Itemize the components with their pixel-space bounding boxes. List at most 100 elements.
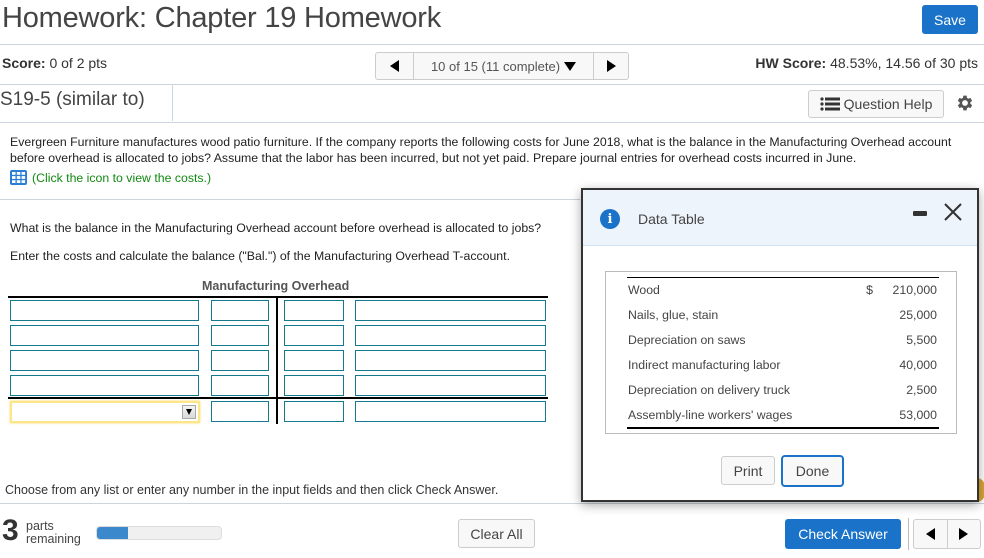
dialog-title: Data Table — [638, 211, 705, 227]
credit-account-input[interactable] — [355, 375, 546, 396]
currency-symbol — [857, 403, 879, 428]
currency-symbol: $ — [866, 283, 873, 298]
triangle-right-icon — [606, 60, 616, 72]
clear-all-button[interactable]: Clear All — [458, 519, 535, 548]
gear-icon[interactable] — [955, 93, 975, 113]
triangle-down-icon — [564, 61, 577, 71]
currency-symbol — [857, 328, 879, 353]
debit-account-input[interactable] — [10, 300, 199, 321]
data-table-box: Wood $210,000 Nails, glue, stain 25,000 Depr… — [605, 271, 957, 434]
hw-score: HW Score: 48.53%, 14.56 of 30 pts — [755, 55, 978, 71]
score-label: Score: — [2, 55, 46, 71]
triangle-left-icon — [925, 528, 935, 540]
cost-row: Depreciation on saws 5,500 — [627, 328, 939, 353]
credit-amount-input[interactable] — [284, 350, 344, 371]
question-navigator: 10 of 15 (11 complete) — [375, 52, 629, 80]
data-table-dialog: i Data Table Wood $210,000 Nails, glue, st… — [581, 188, 979, 502]
cost-amount: 53,000 — [899, 407, 937, 422]
print-button[interactable]: Print — [721, 456, 775, 485]
debit-account-input[interactable] — [10, 350, 199, 371]
t-account-top-line — [8, 296, 548, 298]
prompt-enter-costs: Enter the costs and calculate the balanc… — [10, 249, 510, 263]
debit-amount-input[interactable] — [211, 375, 269, 396]
divider — [0, 44, 984, 45]
question-select[interactable]: 10 of 15 (11 complete) — [414, 53, 594, 79]
divider — [0, 503, 984, 504]
divider — [172, 84, 173, 121]
save-button[interactable]: Save — [922, 5, 978, 34]
list-icon — [820, 97, 840, 111]
cost-amount: 5,500 — [906, 333, 937, 347]
instruction-text: Choose from any list or enter any number… — [5, 483, 499, 497]
credit-amount-input[interactable] — [284, 300, 344, 321]
costs-table: Wood $210,000 Nails, glue, stain 25,000 Depr… — [627, 277, 939, 429]
debit-amount-input[interactable] — [211, 300, 269, 321]
done-button[interactable]: Done — [781, 455, 844, 487]
credit-amount-input[interactable] — [284, 325, 344, 346]
question-help-button[interactable]: Question Help — [808, 90, 944, 118]
view-costs-label: (Click the icon to view the costs.) — [32, 170, 212, 185]
t-account-center-line — [276, 297, 278, 424]
divider — [908, 518, 909, 550]
balance-credit-account-input[interactable] — [355, 401, 546, 422]
parts-remaining-label: parts remaining — [26, 520, 81, 546]
check-answer-button[interactable]: Check Answer — [785, 519, 901, 549]
cost-label: Assembly-line workers' wages — [628, 407, 793, 422]
question-id: S19-5 (similar to) — [0, 89, 145, 110]
minimize-icon[interactable] — [913, 211, 927, 216]
next-question-button[interactable] — [594, 53, 628, 79]
cost-label: Nails, glue, stain — [628, 308, 719, 322]
cost-row: Depreciation on delivery truck 2,500 — [627, 378, 939, 403]
cost-row: Nails, glue, stain 25,000 — [627, 303, 939, 328]
cost-label: Depreciation on delivery truck — [628, 383, 790, 397]
divider — [0, 122, 984, 123]
currency-symbol — [857, 378, 879, 403]
debit-amount-input[interactable] — [211, 325, 269, 346]
credit-account-input[interactable] — [355, 300, 546, 321]
close-icon[interactable] — [942, 201, 964, 223]
cost-amount: 25,000 — [899, 308, 937, 322]
credit-amount-input[interactable] — [284, 375, 344, 396]
dialog-header: i Data Table — [583, 190, 977, 246]
view-costs-link[interactable]: (Click the icon to view the costs.) — [10, 170, 211, 185]
divider — [0, 199, 580, 200]
credit-account-input[interactable] — [355, 325, 546, 346]
footer-next-button[interactable] — [948, 520, 981, 548]
problem-statement: Evergreen Furniture manufactures wood pa… — [10, 135, 952, 165]
balance-label-select[interactable] — [10, 401, 200, 423]
score: Score: 0 of 2 pts — [2, 55, 107, 71]
cost-row: Wood $210,000 — [627, 278, 939, 303]
currency-symbol — [857, 353, 879, 378]
credit-account-input[interactable] — [355, 350, 546, 371]
cost-row: Assembly-line workers' wages 53,000 — [627, 403, 939, 428]
triangle-left-icon — [390, 60, 399, 72]
cost-label: Indirect manufacturing labor — [628, 358, 781, 372]
score-value: 0 of 2 pts — [49, 55, 108, 71]
info-icon: i — [600, 209, 620, 229]
table-grid-icon[interactable] — [10, 170, 27, 185]
t-account-title: Manufacturing Overhead — [202, 279, 350, 293]
dropdown-arrow-icon[interactable] — [182, 405, 196, 419]
cost-amount: 210,000 — [892, 283, 937, 298]
footer-previous-button[interactable] — [914, 520, 948, 548]
debit-account-input[interactable] — [10, 375, 199, 396]
prompt-balance-question: What is the balance in the Manufacturing… — [10, 221, 542, 235]
balance-credit-amount-input[interactable] — [284, 401, 344, 422]
debit-account-input[interactable] — [10, 325, 199, 346]
question-help-label: Question Help — [843, 96, 933, 112]
balance-debit-amount-input[interactable] — [211, 401, 269, 422]
t-account-balance-line — [8, 397, 548, 399]
debit-amount-input[interactable] — [211, 350, 269, 371]
cost-label: Depreciation on saws — [628, 333, 746, 347]
footer-question-navigator — [913, 519, 981, 549]
divider — [0, 84, 984, 85]
parts-remaining-count: 3 — [2, 514, 19, 547]
cost-label: Wood — [628, 283, 660, 298]
hw-score-label: HW Score: — [755, 55, 827, 71]
cost-amount: 40,000 — [899, 358, 937, 372]
page-title: Homework: Chapter 19 Homework — [2, 2, 442, 34]
triangle-right-icon — [959, 528, 969, 540]
previous-question-button[interactable] — [376, 53, 414, 79]
cost-amount: 2,500 — [906, 383, 937, 397]
parts-progress-bar — [96, 526, 222, 540]
